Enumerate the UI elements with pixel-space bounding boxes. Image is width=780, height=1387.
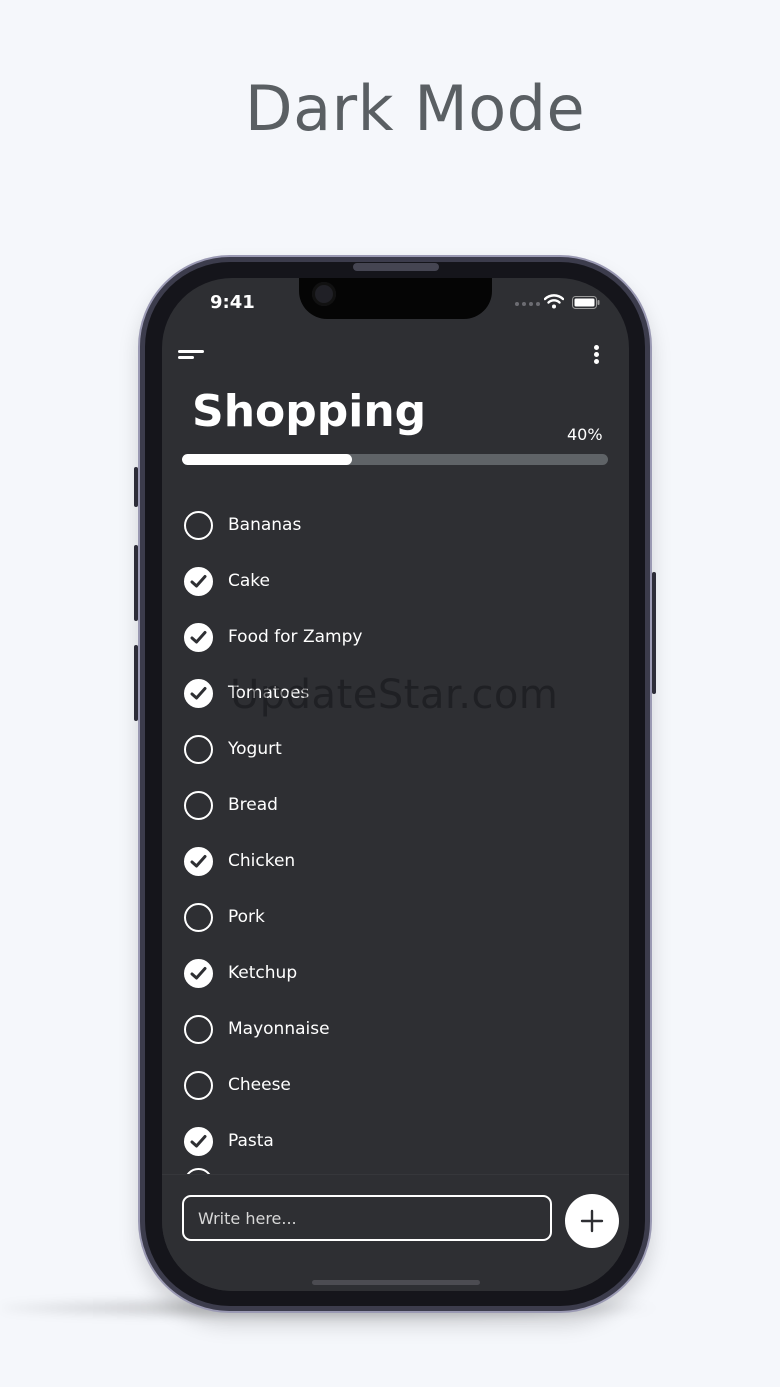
list-item[interactable]: Tomatoes: [184, 665, 604, 721]
checked-checkbox[interactable]: [184, 846, 213, 876]
list-item[interactable]: Food for Zampy: [184, 609, 604, 665]
unchecked-checkbox[interactable]: [184, 1070, 213, 1100]
checked-checkbox[interactable]: [184, 1126, 213, 1156]
battery-icon: [572, 296, 600, 309]
status-time: 9:41: [210, 292, 255, 313]
unchecked-checkbox[interactable]: [184, 510, 213, 540]
checkmark-icon: [190, 854, 207, 867]
checked-checkbox[interactable]: [184, 622, 213, 652]
new-item-input[interactable]: [182, 1195, 552, 1241]
more-options-icon[interactable]: [588, 344, 604, 366]
unchecked-checkbox[interactable]: [184, 1014, 213, 1044]
checked-checkbox[interactable]: [184, 678, 213, 708]
list-item-label: Bread: [228, 795, 278, 815]
progress-bar: [182, 454, 608, 465]
cellular-signal-icon: [515, 302, 540, 306]
list-item-label: Cheese: [228, 1075, 291, 1095]
home-indicator: [312, 1280, 480, 1285]
list-item[interactable]: Bread: [184, 777, 604, 833]
list-item[interactable]: Pasta: [184, 1113, 604, 1169]
list-item[interactable]: Chicken: [184, 833, 604, 889]
shopping-list: Bananas Cake Food for Zampy Tomatoes Yogurt B…: [184, 497, 604, 1169]
unchecked-checkbox[interactable]: [184, 734, 213, 764]
list-item-label: Food for Zampy: [228, 627, 363, 647]
list-item-label: Bananas: [228, 515, 302, 535]
wifi-icon: [544, 294, 564, 309]
list-item[interactable]: Cheese: [184, 1057, 604, 1113]
progress-percent: 40%: [567, 425, 603, 444]
page-title: Shopping: [192, 386, 427, 437]
checkmark-icon: [190, 1134, 207, 1147]
list-item[interactable]: Bananas: [184, 497, 604, 553]
list-item-label: Pasta: [228, 1131, 274, 1151]
list-item[interactable]: Cake: [184, 553, 604, 609]
add-item-button[interactable]: [565, 1194, 619, 1248]
list-item-label: Tomatoes: [228, 683, 310, 703]
list-item-label: Chicken: [228, 851, 296, 871]
unchecked-checkbox[interactable]: [184, 790, 213, 820]
list-item-label: Mayonnaise: [228, 1019, 330, 1039]
progress-fill: [182, 454, 353, 465]
list-item[interactable]: Pork: [184, 889, 604, 945]
side-button-volume-up: [134, 545, 138, 621]
checkmark-icon: [190, 574, 207, 587]
checked-checkbox[interactable]: [184, 566, 213, 596]
checkmark-icon: [190, 686, 207, 699]
earpiece-speaker: [353, 263, 439, 271]
plus-icon: [580, 1209, 604, 1233]
headline: Dark Mode: [244, 72, 586, 145]
checkmark-icon: [190, 966, 207, 979]
front-camera: [312, 282, 336, 306]
side-button-power: [652, 572, 656, 694]
list-item-label: Yogurt: [228, 739, 282, 759]
list-item[interactable]: Mayonnaise: [184, 1001, 604, 1057]
phone-screen: 9:41 Shopping 40% Bananas Cake Food for Za…: [162, 278, 629, 1291]
side-button-volume-down: [134, 645, 138, 721]
checkmark-icon: [190, 630, 207, 643]
list-item[interactable]: Yogurt: [184, 721, 604, 777]
list-item-label: Cake: [228, 571, 270, 591]
list-item-label: Ketchup: [228, 963, 298, 983]
side-button-mute: [134, 467, 138, 507]
menu-icon[interactable]: [178, 348, 206, 364]
list-item-label: Pork: [228, 907, 265, 927]
unchecked-checkbox[interactable]: [184, 902, 213, 932]
checked-checkbox[interactable]: [184, 958, 213, 988]
list-item[interactable]: Ketchup: [184, 945, 604, 1001]
